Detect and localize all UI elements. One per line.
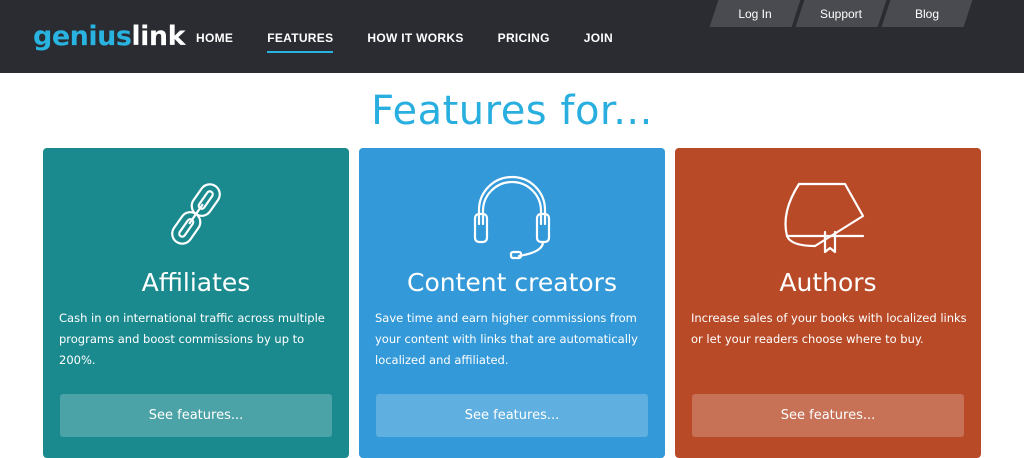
blog-label: Blog <box>914 6 940 21</box>
card-authors: Authors Increase sales of your books wit… <box>675 148 981 458</box>
logo-text-part1: geni <box>33 21 98 52</box>
support-link[interactable]: Support <box>798 0 884 27</box>
card-description: Increase sales of your books with locali… <box>691 311 967 346</box>
nav-pricing[interactable]: PRICING <box>498 31 550 53</box>
nav-join[interactable]: JOIN <box>584 31 613 53</box>
nav-home[interactable]: HOME <box>196 31 233 53</box>
geniuslink-logo[interactable]: geniuslink <box>33 21 186 52</box>
utility-links: Log In Support Blog <box>712 0 970 27</box>
see-features-button[interactable]: See features... <box>692 394 964 437</box>
top-navigation-bar: geniuslink HOME FEATURES HOW IT WORKS PR… <box>0 0 1024 73</box>
card-content-creators: Content creators Save time and earn high… <box>359 148 665 458</box>
blog-link[interactable]: Blog <box>884 0 970 27</box>
see-features-button[interactable]: See features... <box>60 394 332 437</box>
logo-text-part3: link <box>131 21 186 52</box>
card-description: Save time and earn higher commissions fr… <box>375 311 638 367</box>
nav-features[interactable]: FEATURES <box>267 31 334 53</box>
login-link[interactable]: Log In <box>712 0 798 27</box>
card-title: Authors <box>779 268 877 297</box>
chain-link-icon <box>43 148 349 268</box>
see-features-button[interactable]: See features... <box>376 394 648 437</box>
card-affiliates: Affiliates Cash in on international traf… <box>43 148 349 458</box>
page-heading: Features for... <box>371 88 653 134</box>
book-icon <box>675 148 981 268</box>
logo-text-part2: us <box>97 21 132 52</box>
main-nav: HOME FEATURES HOW IT WORKS PRICING JOIN <box>196 31 647 53</box>
support-label: Support <box>819 6 863 21</box>
card-title: Affiliates <box>141 268 251 297</box>
login-label: Log In <box>738 6 772 21</box>
headset-icon <box>359 148 665 268</box>
card-description: Cash in on international traffic across … <box>59 311 325 367</box>
card-title: Content creators <box>407 268 617 297</box>
nav-how-it-works[interactable]: HOW IT WORKS <box>367 31 463 53</box>
